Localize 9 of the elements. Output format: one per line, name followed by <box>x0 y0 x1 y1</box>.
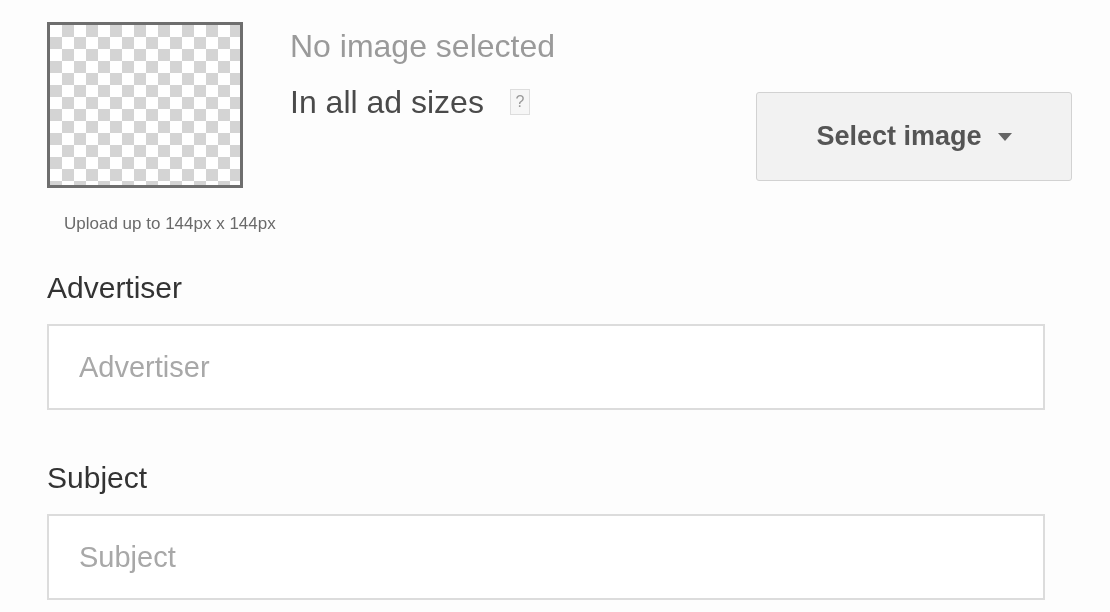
caret-icon <box>997 132 1012 141</box>
select-image-button[interactable]: Select image <box>756 92 1072 181</box>
ad-size-scope: In all ad sizes <box>290 83 484 122</box>
image-status: No image selected <box>290 27 556 66</box>
field-label: Subject <box>47 460 149 496</box>
input-field[interactable]: Advertiser <box>47 324 1045 410</box>
input-field[interactable]: Subject <box>47 514 1045 600</box>
upload-hint: Upload up to 144px x 144px <box>64 214 277 234</box>
field-label: Advertiser <box>47 270 184 306</box>
